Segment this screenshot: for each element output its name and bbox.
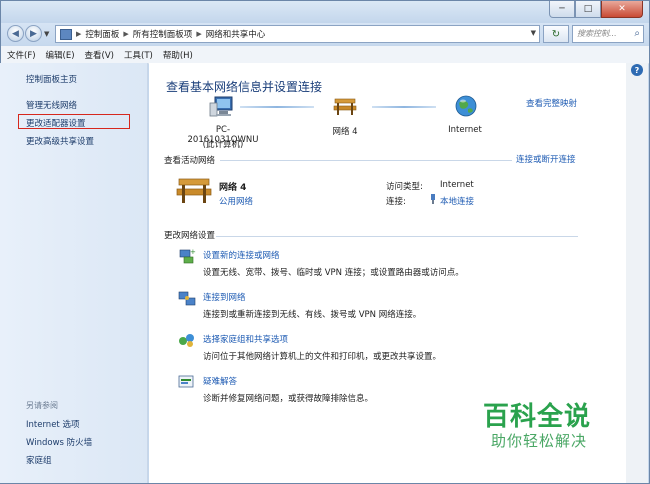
control-panel-icon bbox=[60, 28, 72, 40]
breadcrumb-all-items[interactable]: 所有控制面板项 bbox=[133, 28, 193, 40]
address-bar[interactable]: ▶ 控制面板 ▶ 所有控制面板项 ▶ 网络和共享中心 ▼ bbox=[55, 25, 540, 43]
sidebar-item-change-adapter-settings[interactable]: 更改适配器设置 bbox=[26, 117, 86, 129]
search-input[interactable]: 搜索控制... ⌕ bbox=[572, 25, 644, 43]
window-controls: ─ □ ✕ bbox=[549, 1, 643, 18]
menu-tools[interactable]: 工具(T) bbox=[124, 49, 153, 61]
connection-label: 连接: bbox=[386, 197, 406, 207]
page-title: 查看基本网络信息并设置连接 bbox=[166, 80, 323, 94]
task-homegroup-desc: 访问位于其他网络计算机上的文件和打印机，或更改共享设置。 bbox=[203, 352, 442, 362]
forward-button[interactable]: ▶ bbox=[25, 25, 42, 42]
connect-disconnect-link[interactable]: 连接或断开连接 bbox=[516, 153, 576, 165]
local-connection-icon bbox=[429, 194, 437, 207]
sidebar-item-manage-wireless[interactable]: 管理无线网络 bbox=[26, 99, 77, 111]
new-connection-icon: + bbox=[179, 248, 196, 264]
task-setup-connection-link[interactable]: 设置新的连接或网络 bbox=[203, 249, 280, 261]
task-connect-network-link[interactable]: 连接到网络 bbox=[203, 291, 246, 303]
bench-icon bbox=[333, 98, 357, 115]
section-divider bbox=[216, 236, 578, 237]
active-network-type-link[interactable]: 公用网络 bbox=[219, 195, 253, 207]
sidebar-link-internet-options[interactable]: Internet 选项 bbox=[26, 418, 79, 430]
internet-label: Internet bbox=[448, 125, 482, 135]
back-button[interactable]: ◀ bbox=[7, 25, 24, 42]
access-type-label: 访问类型: bbox=[386, 182, 423, 192]
connect-network-icon bbox=[178, 291, 196, 306]
navigation-bar: ◀ ▶ ▼ ▶ 控制面板 ▶ 所有控制面板项 ▶ 网络和共享中心 ▼ ↻ 搜索控… bbox=[1, 23, 649, 45]
network-label: 网络 4 bbox=[332, 127, 358, 137]
close-button[interactable]: ✕ bbox=[601, 1, 643, 18]
sidebar-item-advanced-sharing[interactable]: 更改高级共享设置 bbox=[26, 135, 94, 147]
active-network-name: 网络 4 bbox=[219, 183, 247, 193]
help-icon[interactable]: ? bbox=[631, 64, 643, 76]
breadcrumb-network-center[interactable]: 网络和共享中心 bbox=[206, 28, 266, 40]
menu-bar: 文件(F) 编辑(E) 查看(V) 工具(T) 帮助(H) bbox=[1, 46, 649, 64]
sidebar-link-homegroup[interactable]: 家庭组 bbox=[26, 454, 52, 466]
view-full-map-link[interactable]: 查看完整映射 bbox=[526, 97, 577, 109]
maximize-button[interactable]: □ bbox=[575, 1, 601, 18]
section-divider bbox=[220, 160, 512, 161]
network-bench-icon bbox=[176, 178, 212, 203]
breadcrumb-control-panel[interactable]: 控制面板 bbox=[85, 28, 119, 40]
task-troubleshoot-desc: 诊断并修复网络问题，或获得故障排除信息。 bbox=[203, 394, 374, 404]
change-settings-heading: 更改网络设置 bbox=[164, 231, 216, 241]
refresh-button[interactable]: ↻ bbox=[543, 25, 569, 43]
active-networks-heading: 查看活动网络 bbox=[164, 156, 216, 166]
breadcrumb-separator-icon[interactable]: ▶ bbox=[196, 30, 201, 38]
homegroup-icon bbox=[179, 334, 194, 347]
task-troubleshoot-link[interactable]: 疑难解答 bbox=[203, 375, 237, 387]
task-homegroup-link[interactable]: 选择家庭组和共享选项 bbox=[203, 333, 288, 345]
svg-text:+: + bbox=[190, 248, 196, 256]
minimize-button[interactable]: ─ bbox=[549, 1, 575, 18]
computer-icon bbox=[209, 96, 233, 117]
task-setup-connection-desc: 设置无线、宽带、拨号、临时或 VPN 连接；或设置路由器或访问点。 bbox=[203, 268, 464, 278]
breadcrumb-separator-icon[interactable]: ▶ bbox=[123, 30, 128, 38]
access-type-value: Internet bbox=[440, 180, 474, 190]
sidebar-item-control-panel-home[interactable]: 控制面板主页 bbox=[26, 73, 77, 85]
menu-help[interactable]: 帮助(H) bbox=[163, 49, 193, 61]
watermark-slogan: 助你轻松解决 bbox=[491, 432, 588, 450]
search-icon[interactable]: ⌕ bbox=[634, 26, 640, 42]
menu-view[interactable]: 查看(V) bbox=[85, 49, 114, 61]
menu-file[interactable]: 文件(F) bbox=[7, 49, 36, 61]
see-also-heading: 另请参阅 bbox=[26, 401, 58, 410]
troubleshoot-icon bbox=[178, 375, 194, 388]
connection-line-network-internet bbox=[372, 106, 436, 108]
scrollbar[interactable] bbox=[626, 63, 648, 483]
watermark-logo-text: 百科全说 bbox=[483, 402, 592, 432]
computer-sub-label: (此计算机) bbox=[202, 140, 244, 150]
recent-pages-dropdown-icon[interactable]: ▼ bbox=[44, 30, 49, 38]
local-connection-link[interactable]: 本地连接 bbox=[440, 195, 474, 207]
menu-edit[interactable]: 编辑(E) bbox=[46, 49, 75, 61]
search-placeholder: 搜索控制... bbox=[577, 29, 617, 38]
address-dropdown-icon[interactable]: ▼ bbox=[531, 29, 536, 37]
globe-icon bbox=[455, 95, 477, 117]
connection-line-computer-network bbox=[240, 106, 314, 108]
sidebar-link-windows-firewall[interactable]: Windows 防火墙 bbox=[26, 436, 92, 448]
sidebar: 控制面板主页 管理无线网络 更改适配器设置 更改高级共享设置 另请参阅 Inte… bbox=[0, 63, 148, 483]
breadcrumb-separator-icon[interactable]: ▶ bbox=[76, 30, 81, 38]
task-connect-network-desc: 连接到或重新连接到无线、有线、拨号或 VPN 网络连接。 bbox=[203, 310, 422, 320]
title-bar: ─ □ ✕ bbox=[1, 1, 649, 23]
